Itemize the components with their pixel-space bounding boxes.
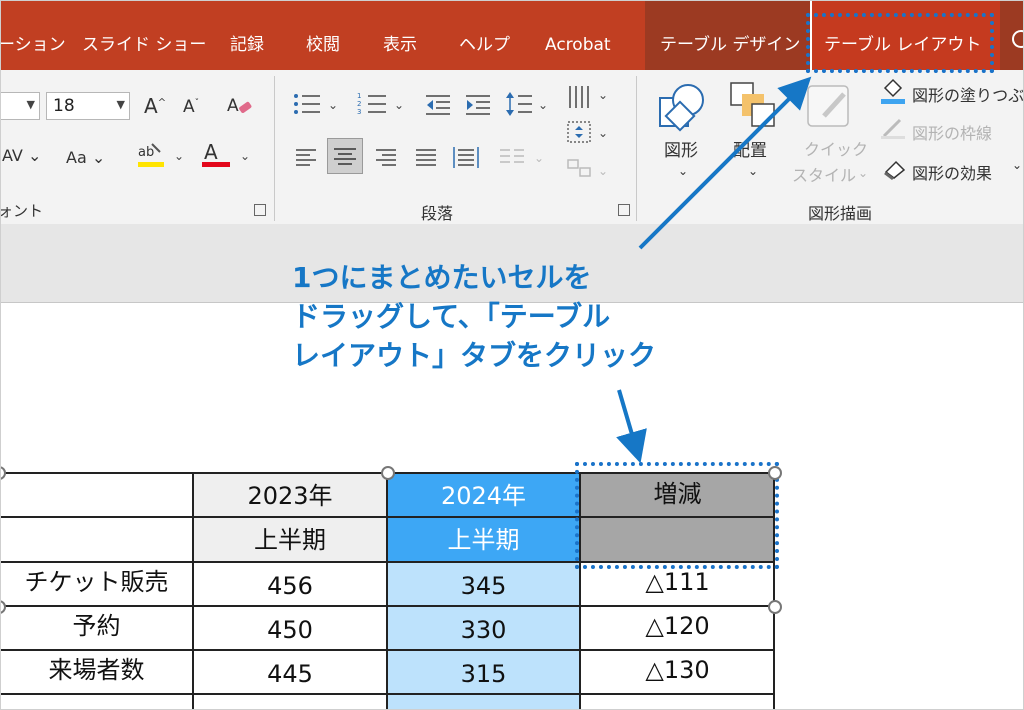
- table-cell[interactable]: 上半期: [193, 518, 387, 562]
- merge-cells-highlight: [575, 462, 779, 569]
- table-border: [386, 472, 388, 710]
- resize-handle[interactable]: [381, 466, 395, 480]
- table-cell[interactable]: チケット販売: [0, 560, 193, 604]
- callout-line-1: 1つにまとめたいセルを: [292, 261, 592, 294]
- table-cell[interactable]: 2023年: [193, 476, 387, 516]
- table-cell[interactable]: 445: [193, 652, 387, 696]
- callout-line-2: ドラッグして、「テーブル: [292, 300, 611, 333]
- table-cell[interactable]: [0, 518, 193, 562]
- resize-handle[interactable]: [768, 466, 782, 480]
- table-cell[interactable]: 2024年: [387, 476, 580, 516]
- arrow-to-cell: [616, 389, 647, 464]
- table-cell[interactable]: 来場者数: [0, 648, 193, 692]
- table-cell[interactable]: △130: [580, 648, 775, 692]
- table-cell[interactable]: 予約: [0, 604, 193, 648]
- table-cell[interactable]: [0, 476, 193, 516]
- callout-text: 1つにまとめたいセルを ドラッグして、「テーブル レイアウト」タブをクリック: [292, 258, 656, 375]
- arrow-to-tab: [638, 76, 812, 250]
- table-cell[interactable]: 456: [193, 564, 387, 608]
- table-border: [192, 472, 194, 710]
- table-cell[interactable]: △120: [580, 604, 775, 648]
- callout-line-3: レイアウト」タブをクリック: [292, 339, 657, 372]
- table-cell[interactable]: 315: [387, 652, 580, 696]
- table-cell[interactable]: 450: [193, 608, 387, 652]
- table-cell[interactable]: 345: [387, 564, 580, 608]
- resize-handle[interactable]: [768, 600, 782, 614]
- table-cell[interactable]: 330: [387, 608, 580, 652]
- table-cell[interactable]: 上半期: [387, 518, 580, 562]
